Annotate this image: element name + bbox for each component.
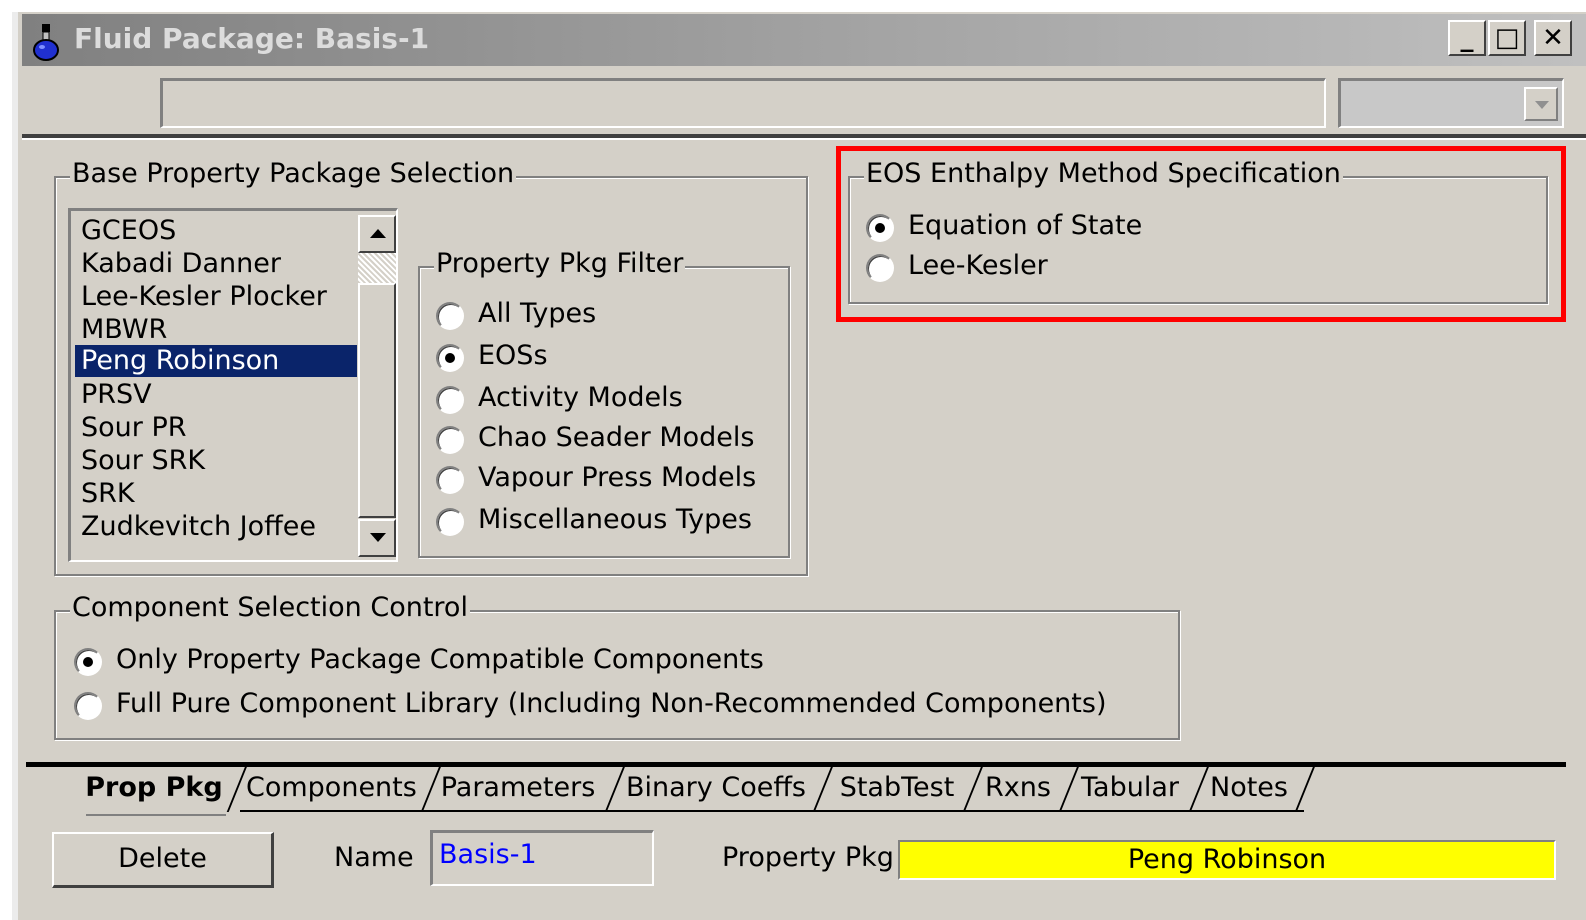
radio-label: Miscellaneous Types [478, 504, 752, 535]
radio-icon[interactable] [436, 466, 464, 494]
tab-parameters[interactable]: Parameters [440, 766, 596, 816]
base-package-listbox[interactable]: GCEOS Kabadi Danner Lee-Kesler Plocker M… [68, 208, 398, 562]
close-button[interactable]: ✕ [1534, 20, 1572, 56]
radio-label: Only Property Package Compatible Compone… [116, 644, 764, 675]
tab-notes[interactable]: Notes [1206, 766, 1292, 816]
window-edge [12, 12, 18, 920]
radio-label: Activity Models [478, 382, 683, 413]
radio-icon[interactable] [436, 508, 464, 536]
tab-baseline [240, 810, 1304, 812]
minimize-button[interactable]: _ [1448, 20, 1486, 56]
list-item-selected[interactable]: Peng Robinson [75, 345, 357, 377]
tab-tabular[interactable]: Tabular [1078, 766, 1182, 816]
radio-label: Vapour Press Models [478, 462, 757, 493]
chevron-down-icon[interactable] [1524, 87, 1558, 121]
radio-icon[interactable] [436, 426, 464, 454]
maximize-button[interactable]: □ [1488, 20, 1526, 56]
filter-group-label: Property Pkg Filter [434, 248, 686, 279]
radio-label: All Types [478, 298, 597, 329]
window-title: Fluid Package: Basis-1 [74, 22, 430, 55]
list-item[interactable]: GCEOS [75, 215, 357, 247]
list-item[interactable]: Lee-Kesler Plocker [75, 281, 357, 313]
title-bar[interactable]: Fluid Package: Basis-1 _ □ ✕ [22, 14, 1586, 66]
name-field[interactable]: Basis-1 [430, 830, 654, 886]
radio-icon[interactable] [436, 302, 464, 330]
toolbar-dropdown[interactable] [1338, 78, 1564, 128]
list-item[interactable]: Kabadi Danner [75, 248, 357, 280]
property-pkg-label: Property Pkg [722, 842, 894, 873]
active-tab-baseline [86, 814, 226, 816]
property-pkg-field: Peng Robinson [898, 840, 1556, 880]
list-item[interactable]: Sour SRK [75, 445, 357, 477]
list-item[interactable]: PRSV [75, 379, 357, 411]
list-item[interactable]: Zudkevitch Joffee [75, 511, 357, 543]
radio-selected-icon[interactable] [74, 648, 102, 676]
scrollbar-track[interactable] [358, 283, 396, 518]
delete-button[interactable]: Delete [52, 832, 274, 888]
highlight-box [836, 146, 1566, 322]
list-item[interactable]: MBWR [75, 314, 357, 346]
toolbar-divider [22, 134, 1586, 140]
scrollbar-thumb[interactable] [358, 253, 396, 283]
listbox-scrollbar[interactable] [358, 213, 396, 558]
scroll-down-arrow-icon[interactable] [358, 519, 396, 557]
radio-selected-icon[interactable] [436, 344, 464, 372]
radio-icon[interactable] [74, 692, 102, 720]
radio-label: Full Pure Component Library (Including N… [116, 688, 1107, 719]
radio-icon[interactable] [436, 386, 464, 414]
list-item[interactable]: Sour PR [75, 412, 357, 444]
flask-icon [33, 24, 59, 61]
tab-prop-pkg[interactable]: Prop Pkg [80, 766, 228, 816]
name-label: Name [334, 842, 414, 873]
tab-components[interactable]: Components [246, 766, 417, 816]
scroll-up-arrow-icon[interactable] [358, 215, 396, 253]
tab-binary-coeffs[interactable]: Binary Coeffs [626, 766, 806, 816]
tab-rxns[interactable]: Rxns [980, 766, 1056, 816]
component-control-group: Component Selection Control [54, 592, 1180, 740]
component-control-group-label: Component Selection Control [70, 592, 470, 623]
base-package-group-label: Base Property Package Selection [70, 158, 517, 189]
radio-label: Chao Seader Models [478, 422, 755, 453]
list-item[interactable]: SRK [75, 478, 357, 510]
radio-label: EOSs [478, 340, 548, 371]
tab-stabtest[interactable]: StabTest [834, 766, 960, 816]
toolbar-field[interactable] [160, 78, 1326, 128]
